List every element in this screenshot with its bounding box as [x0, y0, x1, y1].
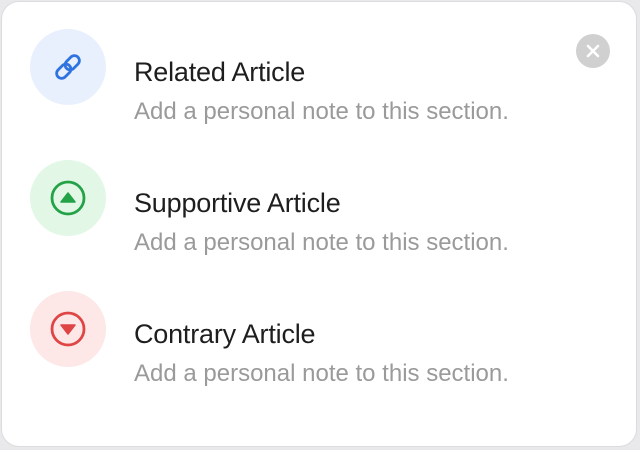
option-subtitle: Add a personal note to this section. — [134, 360, 509, 387]
article-type-panel: Related Article Add a personal note to t… — [1, 1, 637, 447]
option-title: Supportive Article — [134, 188, 341, 218]
option-title: Related Article — [134, 57, 306, 87]
related-article-option[interactable]: Related Article Add a personal note to t… — [2, 27, 562, 137]
option-subtitle: Add a personal note to this section. — [134, 98, 509, 125]
triangle-up-circle-icon — [50, 180, 86, 216]
option-subtitle: Add a personal note to this section. — [134, 229, 509, 256]
close-button[interactable] — [576, 34, 610, 68]
related-icon-badge — [30, 29, 106, 105]
supportive-article-option[interactable]: Supportive Article Add a personal note t… — [2, 158, 562, 268]
triangle-down-circle-icon — [50, 311, 86, 347]
contrary-article-option[interactable]: Contrary Article Add a personal note to … — [2, 289, 562, 399]
close-icon — [586, 44, 600, 58]
supportive-icon-badge — [30, 160, 106, 236]
link-icon — [55, 54, 81, 80]
contrary-icon-badge — [30, 291, 106, 367]
option-title: Contrary Article — [134, 319, 316, 349]
